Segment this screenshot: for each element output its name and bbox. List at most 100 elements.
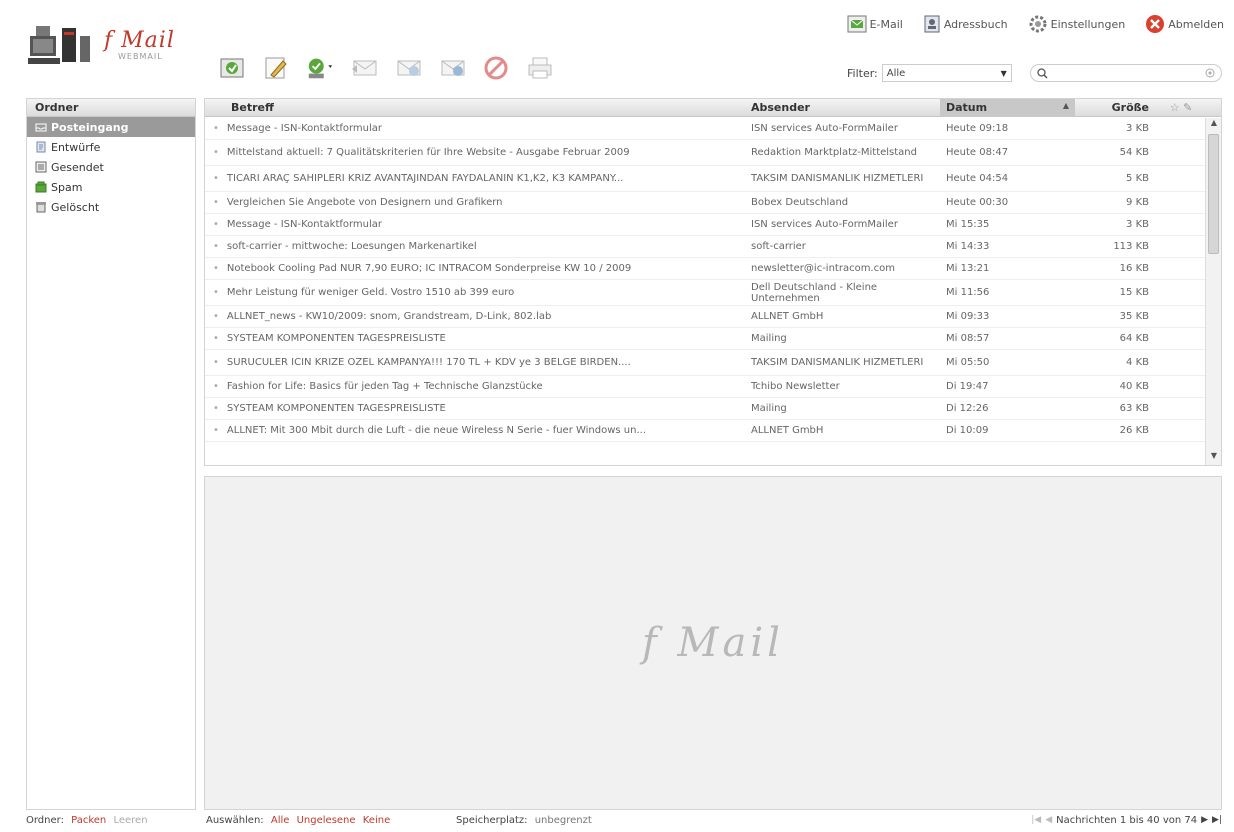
reply-all-button[interactable]: [394, 54, 422, 82]
message-sender: ISN services Auto-FormMailer: [751, 123, 898, 134]
webmail-app: f Mail WEBMAIL E-Mail Adressbuch Einstel…: [0, 0, 1234, 832]
spam-block-button[interactable]: [482, 54, 510, 82]
table-row[interactable]: • SURUCULER ICIN KRIZE OZEL KAMPANYA!!! 1…: [205, 350, 1205, 376]
forward-button[interactable]: [438, 54, 466, 82]
table-row[interactable]: • ALLNET: Mit 300 Mbit durch die Luft - d…: [205, 420, 1205, 442]
logo-subtitle: WEBMAIL: [118, 52, 163, 61]
column-date[interactable]: Datum ▲: [940, 99, 1075, 116]
column-size[interactable]: Größe: [1075, 99, 1155, 116]
column-sender[interactable]: Absender: [745, 99, 940, 116]
message-size: 54 KB: [1119, 147, 1149, 158]
compact-folder-link[interactable]: Packen: [71, 815, 106, 826]
first-page-icon[interactable]: |◀: [1031, 815, 1041, 825]
table-row[interactable]: • Message - ISN-Kontaktformular ISN servic…: [205, 118, 1205, 140]
sent-icon: [35, 161, 47, 173]
table-row[interactable]: • Fashion for Life: Basics für jeden Tag …: [205, 376, 1205, 398]
reply-button[interactable]: [350, 54, 378, 82]
scroll-thumb[interactable]: [1208, 134, 1219, 254]
search-box[interactable]: [1030, 64, 1222, 82]
print-button[interactable]: [526, 54, 554, 82]
folder-item-label: Gelöscht: [51, 200, 100, 214]
subject-text: soft-carrier - mittwoche: Loesungen Mark…: [226, 241, 477, 252]
folder-item-trash[interactable]: Gelöscht: [27, 197, 195, 217]
check-mail-icon: [220, 58, 244, 78]
select-none-link[interactable]: Keine: [363, 815, 390, 826]
message-sender: ALLNET GmbH: [751, 311, 824, 322]
bullet-icon: •: [213, 241, 219, 252]
filter-select[interactable]: Alle ▼: [881, 64, 1012, 82]
inbox-icon: [35, 123, 47, 132]
message-date: Mi 13:21: [946, 263, 990, 274]
settings-icon: [1029, 15, 1047, 33]
message-list-scrollbar[interactable]: ▲ ▼: [1205, 118, 1221, 465]
check-mail-button[interactable]: [218, 54, 246, 82]
select-all-link[interactable]: Alle: [271, 815, 290, 826]
previous-page-icon[interactable]: ◀: [1045, 815, 1052, 825]
top-navigation: E-Mail Adressbuch Einstellungen Abmelden: [847, 14, 1224, 34]
drafts-icon: [36, 141, 46, 153]
table-row[interactable]: • Vergleichen Sie Angebote von Designern …: [205, 192, 1205, 214]
star-icon: ☆: [1169, 101, 1180, 114]
bullet-icon: •: [213, 381, 219, 392]
subject-text: SURUCULER ICIN KRIZE OZEL KAMPANYA!!! 17…: [226, 357, 631, 368]
send-receive-button[interactable]: [306, 54, 334, 82]
bullet-icon: •: [213, 173, 219, 184]
nav-addressbook[interactable]: Adressbuch: [923, 15, 1008, 33]
nav-logout[interactable]: Abmelden: [1145, 14, 1224, 34]
subject-text: Mittelstand aktuell: 7 Qualitätskriterie…: [226, 147, 630, 158]
table-row[interactable]: • TICARI ARAÇ SAHIPLERI KRIZ AVANTAJINDAN…: [205, 166, 1205, 192]
folder-item-inbox[interactable]: Posteingang: [27, 117, 195, 137]
empty-folder-link[interactable]: Leeren: [113, 815, 147, 826]
preview-logo: f Mail: [642, 620, 784, 666]
table-row[interactable]: • SYSTEAM KOMPONENTEN TAGESPREISLISTE Mail…: [205, 398, 1205, 420]
nav-email-label: E-Mail: [869, 17, 903, 31]
message-subject: • Mittelstand aktuell: 7 Qualitätskriteri…: [205, 147, 745, 158]
search-input[interactable]: [1051, 67, 1202, 79]
table-row[interactable]: • Message - ISN-Kontaktformular ISN servic…: [205, 214, 1205, 236]
scroll-down-icon[interactable]: ▼: [1206, 451, 1221, 465]
message-sender: Dell Deutschland - Kleine Unternehmen: [751, 281, 878, 304]
message-subject: • Message - ISN-Kontaktformular: [205, 123, 745, 134]
compose-button[interactable]: [262, 54, 290, 82]
table-row[interactable]: • Notebook Cooling Pad NUR 7,90 EURO; IC …: [205, 258, 1205, 280]
folder-item-spam[interactable]: Spam: [27, 177, 195, 197]
message-size: 9 KB: [1126, 197, 1149, 208]
bullet-icon: •: [213, 403, 219, 414]
nav-settings[interactable]: Einstellungen: [1028, 14, 1125, 34]
table-row[interactable]: • soft-carrier - mittwoche: Loesungen Mar…: [205, 236, 1205, 258]
table-row[interactable]: • Mehr Leistung für weniger Geld. Vostro …: [205, 280, 1205, 306]
footer-folder-label: Ordner:: [26, 814, 64, 826]
next-page-icon[interactable]: ▶: [1201, 815, 1208, 825]
message-date: Mi 14:33: [946, 241, 990, 252]
message-size: 5 KB: [1126, 173, 1149, 184]
last-page-icon[interactable]: ▶|: [1212, 815, 1222, 825]
attachment-icon: ✎: [1183, 101, 1193, 114]
column-flags[interactable]: ☆ ✎: [1155, 99, 1207, 116]
bullet-icon: •: [213, 197, 219, 208]
message-date: Mi 08:57: [946, 333, 990, 344]
bullet-icon: •: [213, 123, 219, 134]
folder-item-drafts[interactable]: Entwürfe: [27, 137, 195, 157]
select-unread-link[interactable]: Ungelesene: [297, 815, 356, 826]
footer-select-label: Auswählen:: [206, 814, 264, 826]
message-subject: • Vergleichen Sie Angebote von Designern …: [205, 197, 745, 208]
search-icon: [1037, 67, 1048, 79]
logo[interactable]: f Mail WEBMAIL: [28, 18, 198, 68]
search-reset-icon[interactable]: [1205, 68, 1215, 78]
scroll-up-icon[interactable]: ▲: [1206, 118, 1221, 132]
logout-icon: [1146, 15, 1165, 33]
table-row[interactable]: • SYSTEAM KOMPONENTEN TAGESPREISLISTE Mail…: [205, 328, 1205, 350]
message-date: Mi 05:50: [946, 357, 990, 368]
message-date: Di 10:09: [946, 425, 989, 436]
computer-logo-icon: [28, 26, 90, 64]
folder-item-label: Posteingang: [51, 120, 129, 134]
nav-email[interactable]: E-Mail: [847, 15, 903, 33]
table-row[interactable]: • Mittelstand aktuell: 7 Qualitätskriteri…: [205, 140, 1205, 166]
message-size: 64 KB: [1119, 333, 1149, 344]
message-subject: • soft-carrier - mittwoche: Loesungen Mar…: [205, 241, 745, 252]
folder-item-sent[interactable]: Gesendet: [27, 157, 195, 177]
table-row[interactable]: • ALLNET_news - KW10/2009: snom, Grandstr…: [205, 306, 1205, 328]
block-icon: [484, 56, 508, 80]
message-sender: newsletter@ic-intracom.com: [751, 263, 895, 274]
column-subject[interactable]: Betreff: [205, 99, 745, 116]
